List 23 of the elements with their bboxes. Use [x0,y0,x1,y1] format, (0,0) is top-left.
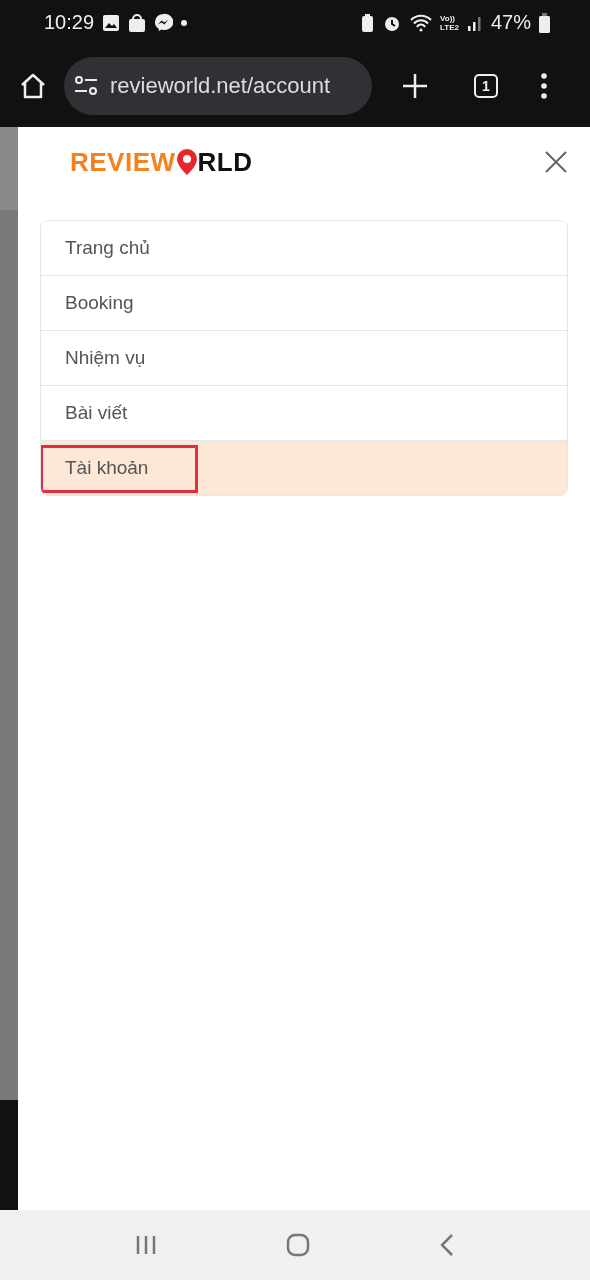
home-button-icon[interactable] [286,1233,310,1257]
battery-percent: 47% [490,11,531,34]
back-icon[interactable] [439,1233,456,1257]
plus-icon[interactable] [402,73,428,99]
battery-saver-icon [361,12,374,33]
dot-icon [181,19,188,26]
battery-icon [539,12,550,33]
chat-bubble-icon [154,13,174,32]
close-icon[interactable] [544,150,568,174]
volte-label: Vo)) [440,13,455,23]
site-settings-icon[interactable] [74,75,98,97]
menu-item[interactable]: Tài khoản [41,440,567,495]
clock-time: 10:29 [44,11,95,34]
more-icon[interactable] [540,73,548,99]
lte-label: LTE2 [440,22,459,32]
shopping-bag-icon [128,12,147,33]
address-bar[interactable]: revieworld.net/account [64,57,372,115]
logo[interactable]: REVIEW RLD [70,146,253,178]
wifi-icon [410,13,432,32]
map-pin-icon [175,148,198,176]
tab-switcher[interactable]: 1 [474,74,498,98]
image-icon [102,13,121,32]
recent-apps-icon[interactable] [134,1234,157,1256]
